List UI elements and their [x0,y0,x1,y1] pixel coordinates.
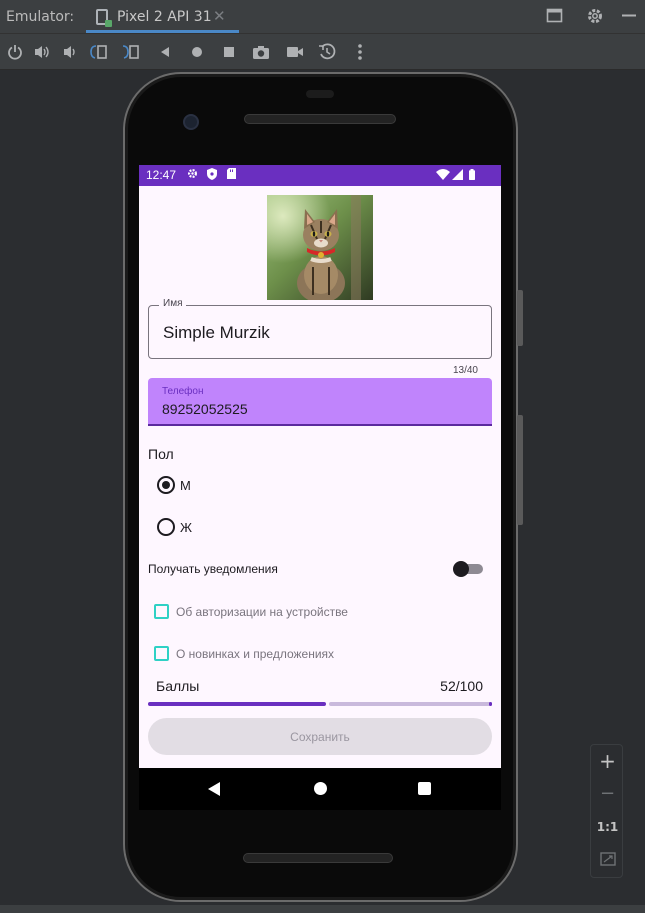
radio-male-label[interactable]: М [180,478,191,493]
minimize-icon[interactable] [621,7,637,29]
checkbox-news-label[interactable]: О новинках и предложениях [176,647,334,661]
rotate-left-icon[interactable] [89,42,109,62]
slider-active-track [148,702,326,706]
home-icon[interactable] [314,782,327,795]
gender-heading: Пол [148,446,174,462]
rotate-right-icon[interactable] [121,42,141,62]
power-side-button [517,290,523,346]
cat-photo[interactable] [267,195,373,300]
name-input-label: Имя [159,298,187,309]
score-slider[interactable] [148,702,492,706]
tab-active-indicator [86,30,239,33]
status-time: 12:47 [146,168,177,182]
wifi-icon [436,169,450,183]
device-screen: 12:47 Имя Simple Murzik 13/40 Телефон 89… [139,165,501,768]
recents-icon[interactable] [418,782,431,795]
zoom-panel: + − 1:1 [590,744,623,878]
bottom-status-strip [0,905,645,913]
power-icon[interactable] [5,42,25,62]
gear-icon[interactable] [586,7,604,30]
name-char-counter: 13/40 [452,365,478,376]
snapshot-icon[interactable] [317,42,337,62]
back-icon[interactable] [155,42,175,62]
phone-input-value[interactable]: 89252052525 [162,401,248,417]
battery-icon [469,169,475,183]
volume-down-icon[interactable] [60,42,80,62]
zoom-fit-icon[interactable] [591,851,624,870]
notifications-label: Получать уведомления [148,562,278,576]
device-tab-label: Pixel 2 API 31 [117,9,212,25]
score-label: Баллы [156,678,200,694]
zoom-actual-size-button[interactable]: 1:1 [591,820,624,834]
radio-male[interactable] [157,476,175,494]
screenshot-icon[interactable] [251,42,271,62]
emulator-title: Emulator: [6,9,75,25]
switch-thumb [453,561,469,577]
shield-icon [207,168,217,183]
overview-icon[interactable] [219,42,239,62]
radio-female[interactable] [157,518,175,536]
phone-input-label: Телефон [162,386,204,397]
notifications-switch[interactable] [453,561,483,577]
volume-up-icon[interactable] [32,42,52,62]
radio-female-label[interactable]: Ж [180,520,192,535]
earpiece-slot [306,90,334,98]
top-speaker-grille [244,114,396,124]
checkbox-auth[interactable] [154,604,169,619]
slider-end-stop [489,702,492,706]
nav-bar [139,768,501,810]
close-icon[interactable]: ✕ [213,7,226,25]
signal-icon [452,169,463,183]
device-icon [96,9,112,27]
device-tab[interactable]: Pixel 2 API 31 ✕ [86,0,239,34]
gear-icon [187,168,198,182]
name-input-value[interactable]: Simple Murzik [163,323,270,343]
zoom-in-button[interactable]: + [591,749,624,773]
emulator-title-bar: Emulator: Pixel 2 API 31 ✕ [0,0,645,34]
checkbox-auth-label[interactable]: Об авторизации на устройстве [176,605,348,619]
save-button[interactable]: Сохранить [148,718,492,755]
score-value: 52/100 [440,678,483,694]
more-icon[interactable] [350,42,370,62]
slider-inactive-track [329,702,492,706]
zoom-out-button[interactable]: − [591,783,624,804]
maximize-icon[interactable] [546,7,563,29]
name-input[interactable]: Имя Simple Murzik [148,298,492,359]
front-camera [183,114,199,130]
emulator-toolbar [0,34,645,70]
sd-card-icon [227,168,236,182]
bottom-speaker-grille [243,853,393,863]
phone-input[interactable]: Телефон 89252052525 [148,378,492,426]
volume-side-button [517,415,523,525]
back-icon[interactable] [208,782,220,796]
status-bar: 12:47 [139,165,501,186]
home-icon[interactable] [187,42,207,62]
record-icon[interactable] [285,42,305,62]
checkbox-news[interactable] [154,646,169,661]
